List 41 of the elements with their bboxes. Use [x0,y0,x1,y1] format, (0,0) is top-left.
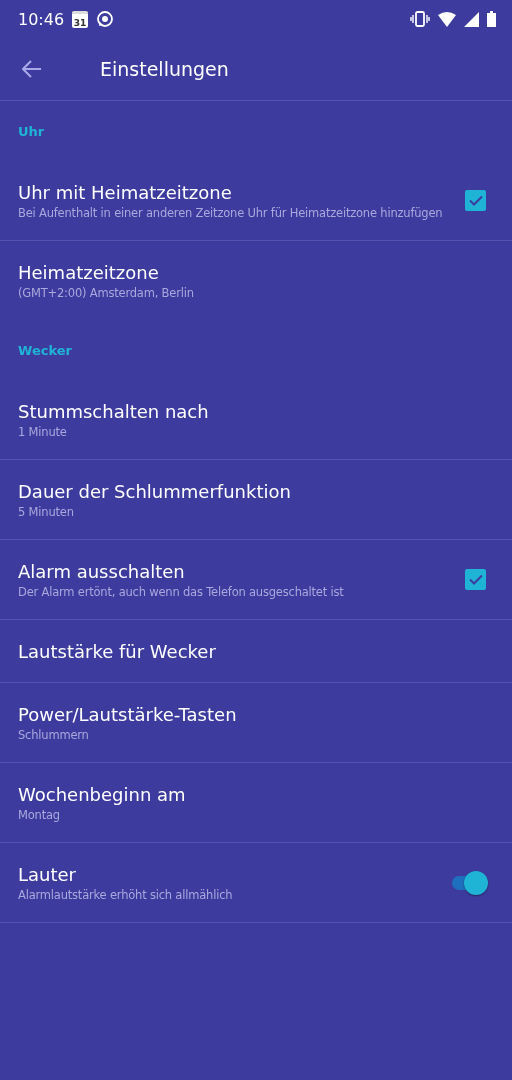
setting-title: Lauter [18,863,77,885]
page-title: Einstellungen [100,58,229,80]
setting-subtitle: 1 Minute [18,424,68,439]
toggle-switch[interactable] [450,870,488,895]
settings-row[interactable]: Uhr mit Heimatzeitzone Bei Aufenthalt in einer anderen Zeitzone Uhr für Heimatzeitzone hinzufügen [0,161,512,241]
settings-row[interactable]: Heimatzeitzone (GMT+2:00) Amsterdam, Berlin [0,241,512,320]
settings-row[interactable]: Stummschalten nach 1 Minute [0,380,512,460]
wifi-icon [438,11,456,27]
battery-icon [487,11,496,27]
setting-subtitle: Bei Aufenthalt in einer anderen Zeitzone Uhr für Heimatzeitzone hinzufügen [18,205,444,220]
setting-title: Power/Lautstärke-Tasten [18,703,238,725]
settings-row[interactable]: Wochenbeginn am Montag [0,763,512,843]
settings-row[interactable]: Power/Lautstärke-Tasten Schlummern [0,683,512,763]
checkbox[interactable] [465,190,486,211]
vibrate-icon [410,11,430,27]
check-icon [468,195,483,206]
settings-row[interactable]: Lauter Alarmlautstärke erhöht sich allmählich [0,843,512,923]
settings-row[interactable]: Alarm ausschalten Der Alarm ertönt, auch wenn das Telefon ausgeschaltet ist [0,540,512,620]
setting-subtitle: Alarmlautstärke erhöht sich allmählich [18,887,234,902]
setting-title: Dauer der Schlummerfunktion [18,480,292,502]
check-icon [468,574,483,585]
setting-title: Wochenbeginn am [18,783,187,805]
settings-row[interactable]: Dauer der Schlummerfunktion 5 Minuten [0,460,512,540]
setting-title: Alarm ausschalten [18,560,186,582]
chat-icon [96,10,115,28]
setting-subtitle: Der Alarm ertönt, auch wenn das Telefon ausgeschaltet ist [18,584,345,599]
setting-title: Lautstärke für Wecker [18,640,217,662]
setting-title: Uhr mit Heimatzeitzone [18,181,233,203]
calendar-icon: 31 [72,10,89,28]
section-header: Uhr [18,123,45,139]
setting-subtitle: 5 Minuten [18,504,75,519]
checkbox[interactable] [465,569,486,590]
signal-icon [464,11,479,27]
setting-subtitle: (GMT+2:00) Amsterdam, Berlin [18,285,195,300]
status-time: 10:46 [18,9,65,29]
setting-subtitle: Schlummern [18,727,90,742]
section-header: Wecker [18,342,72,358]
settings-row[interactable]: Lautstärke für Wecker [0,620,512,683]
setting-title: Stummschalten nach [18,400,210,422]
setting-subtitle: Montag [18,807,61,822]
setting-title: Heimatzeitzone [18,261,160,283]
